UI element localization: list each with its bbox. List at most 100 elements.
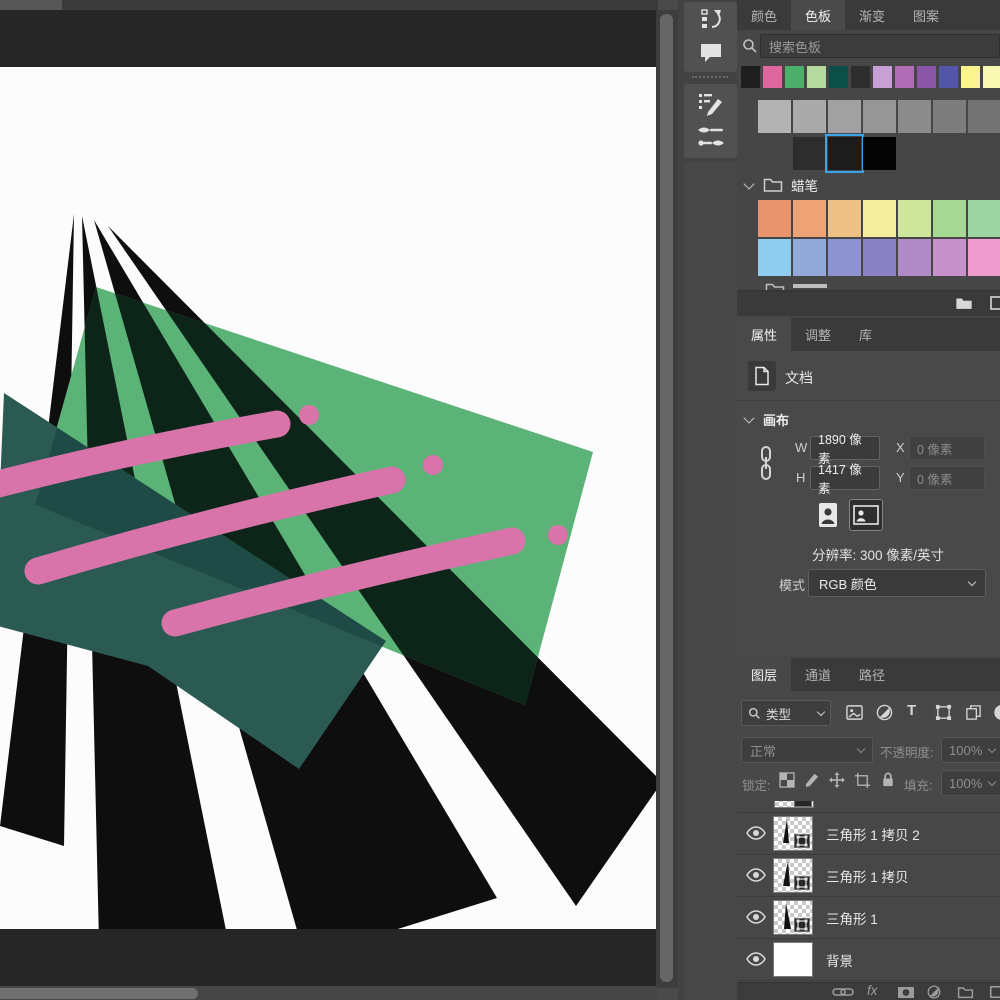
- tab-adjustments[interactable]: 调整: [791, 318, 845, 351]
- add-mask-button[interactable]: [897, 986, 915, 999]
- new-group-button[interactable]: [955, 296, 973, 311]
- visibility-toggle[interactable]: [746, 868, 766, 882]
- swatch[interactable]: [873, 66, 892, 88]
- layer-thumbnail[interactable]: [773, 816, 813, 851]
- tab-patterns[interactable]: 图案: [899, 0, 953, 30]
- new-layer-button[interactable]: [989, 985, 1000, 999]
- mode-dropdown[interactable]: RGB 颜色: [808, 569, 986, 597]
- swatch[interactable]: [741, 66, 760, 88]
- swatch[interactable]: [758, 200, 791, 237]
- swatch[interactable]: [968, 100, 1000, 133]
- horizontal-scrollbar-track[interactable]: [0, 986, 658, 1000]
- layer-row[interactable]: 三角形 1: [737, 897, 1000, 939]
- swatch[interactable]: [758, 100, 791, 133]
- comments-panel-button[interactable]: [698, 40, 724, 66]
- visibility-toggle[interactable]: [746, 910, 766, 924]
- filter-text-layers-button[interactable]: T: [907, 702, 916, 719]
- blend-mode-dropdown[interactable]: 正常: [741, 737, 873, 763]
- swatch[interactable]: [863, 239, 896, 276]
- brush-settings-panel-button[interactable]: [697, 90, 725, 118]
- new-adjustment-layer-button[interactable]: [927, 985, 941, 999]
- swatch[interactable]: [895, 66, 914, 88]
- layer-effects-button[interactable]: fx: [867, 983, 878, 998]
- swatch[interactable]: [807, 66, 826, 88]
- tab-channels[interactable]: 通道: [791, 658, 845, 691]
- tab-gradients[interactable]: 渐变: [845, 0, 899, 30]
- swatch[interactable]: [793, 137, 826, 170]
- canvas-area[interactable]: [0, 10, 658, 988]
- layer-thumbnail[interactable]: [773, 858, 813, 893]
- tab-color[interactable]: 颜色: [737, 0, 791, 30]
- swatch[interactable]: [961, 66, 980, 88]
- lock-artboard-button[interactable]: [854, 772, 871, 789]
- swatch[interactable]: [968, 200, 1000, 237]
- tab-libraries[interactable]: 库: [845, 318, 886, 351]
- new-group-button[interactable]: [957, 986, 974, 999]
- y-field[interactable]: 0 像素: [909, 466, 985, 490]
- swatch[interactable]: [793, 100, 826, 133]
- swatch[interactable]: [828, 200, 861, 237]
- filter-toggle-button[interactable]: [993, 704, 1000, 721]
- swatch-selected[interactable]: [828, 137, 861, 170]
- swatch[interactable]: [763, 66, 782, 88]
- history-panel-button[interactable]: [698, 6, 724, 32]
- layer-row[interactable]: 三角形 1 拷贝: [737, 855, 1000, 897]
- layer-row[interactable]: 三角形 1 拷贝 2: [737, 813, 1000, 855]
- lock-transparency-button[interactable]: [779, 772, 795, 788]
- swatch[interactable]: [917, 66, 936, 88]
- lock-pixels-button[interactable]: [804, 771, 821, 788]
- link-layers-button[interactable]: [832, 986, 854, 998]
- filter-pixel-layers-button[interactable]: [846, 704, 863, 721]
- tab-layers[interactable]: 图层: [737, 658, 791, 691]
- swatch[interactable]: [785, 66, 804, 88]
- filter-type-dropdown[interactable]: 类型: [741, 700, 831, 726]
- dock-drag-handle[interactable]: [692, 76, 728, 78]
- layer-row-clipped[interactable]: [737, 801, 1000, 813]
- portrait-orientation-button[interactable]: [813, 499, 843, 531]
- swatch[interactable]: [983, 66, 1000, 88]
- swatch[interactable]: [898, 239, 931, 276]
- height-field[interactable]: 1417 像素: [810, 466, 880, 490]
- landscape-orientation-button[interactable]: [849, 499, 883, 531]
- fill-field[interactable]: 100%: [941, 770, 1000, 796]
- tab-swatches[interactable]: 色板: [791, 0, 845, 30]
- lock-all-button[interactable]: [880, 771, 896, 788]
- new-swatch-button[interactable]: [989, 295, 1000, 311]
- lock-position-button[interactable]: [828, 771, 846, 789]
- vertical-scrollbar-thumb[interactable]: [660, 14, 673, 982]
- swatch[interactable]: [863, 200, 896, 237]
- swatch[interactable]: [898, 100, 931, 133]
- swatch-search-input[interactable]: 搜索色板: [760, 34, 1000, 58]
- filter-smart-objects-button[interactable]: [965, 704, 982, 721]
- swatch[interactable]: [828, 100, 861, 133]
- link-dimensions-icon[interactable]: [759, 445, 773, 481]
- swatch[interactable]: [939, 66, 958, 88]
- swatch[interactable]: [758, 239, 791, 276]
- canvas-section-header[interactable]: 画布: [745, 410, 789, 429]
- layer-thumbnail[interactable]: [773, 942, 813, 977]
- horizontal-scrollbar-thumb[interactable]: [0, 988, 198, 999]
- layer-thumbnail[interactable]: [773, 900, 813, 935]
- width-field[interactable]: 1890 像素: [810, 436, 880, 460]
- filter-shape-layers-button[interactable]: [935, 704, 952, 721]
- swatch[interactable]: [933, 239, 966, 276]
- visibility-toggle[interactable]: [746, 826, 766, 840]
- filter-adjustment-layers-button[interactable]: [876, 704, 893, 721]
- swatch[interactable]: [863, 137, 896, 170]
- swatch[interactable]: [863, 100, 896, 133]
- x-field[interactable]: 0 像素: [909, 436, 985, 460]
- swatch[interactable]: [829, 66, 848, 88]
- tab-paths[interactable]: 路径: [845, 658, 899, 691]
- swatch[interactable]: [898, 200, 931, 237]
- swatch[interactable]: [828, 239, 861, 276]
- swatch[interactable]: [793, 200, 826, 237]
- vertical-scrollbar-track[interactable]: [656, 10, 678, 988]
- document-tab[interactable]: [0, 0, 62, 10]
- layer-row[interactable]: 背景: [737, 939, 1000, 981]
- swatch[interactable]: [793, 239, 826, 276]
- swatch[interactable]: [851, 66, 870, 88]
- swatch[interactable]: [933, 200, 966, 237]
- swatch-group-header-clipped[interactable]: [737, 280, 1000, 290]
- opacity-field[interactable]: 100%: [941, 737, 1000, 763]
- swatch[interactable]: [968, 239, 1000, 276]
